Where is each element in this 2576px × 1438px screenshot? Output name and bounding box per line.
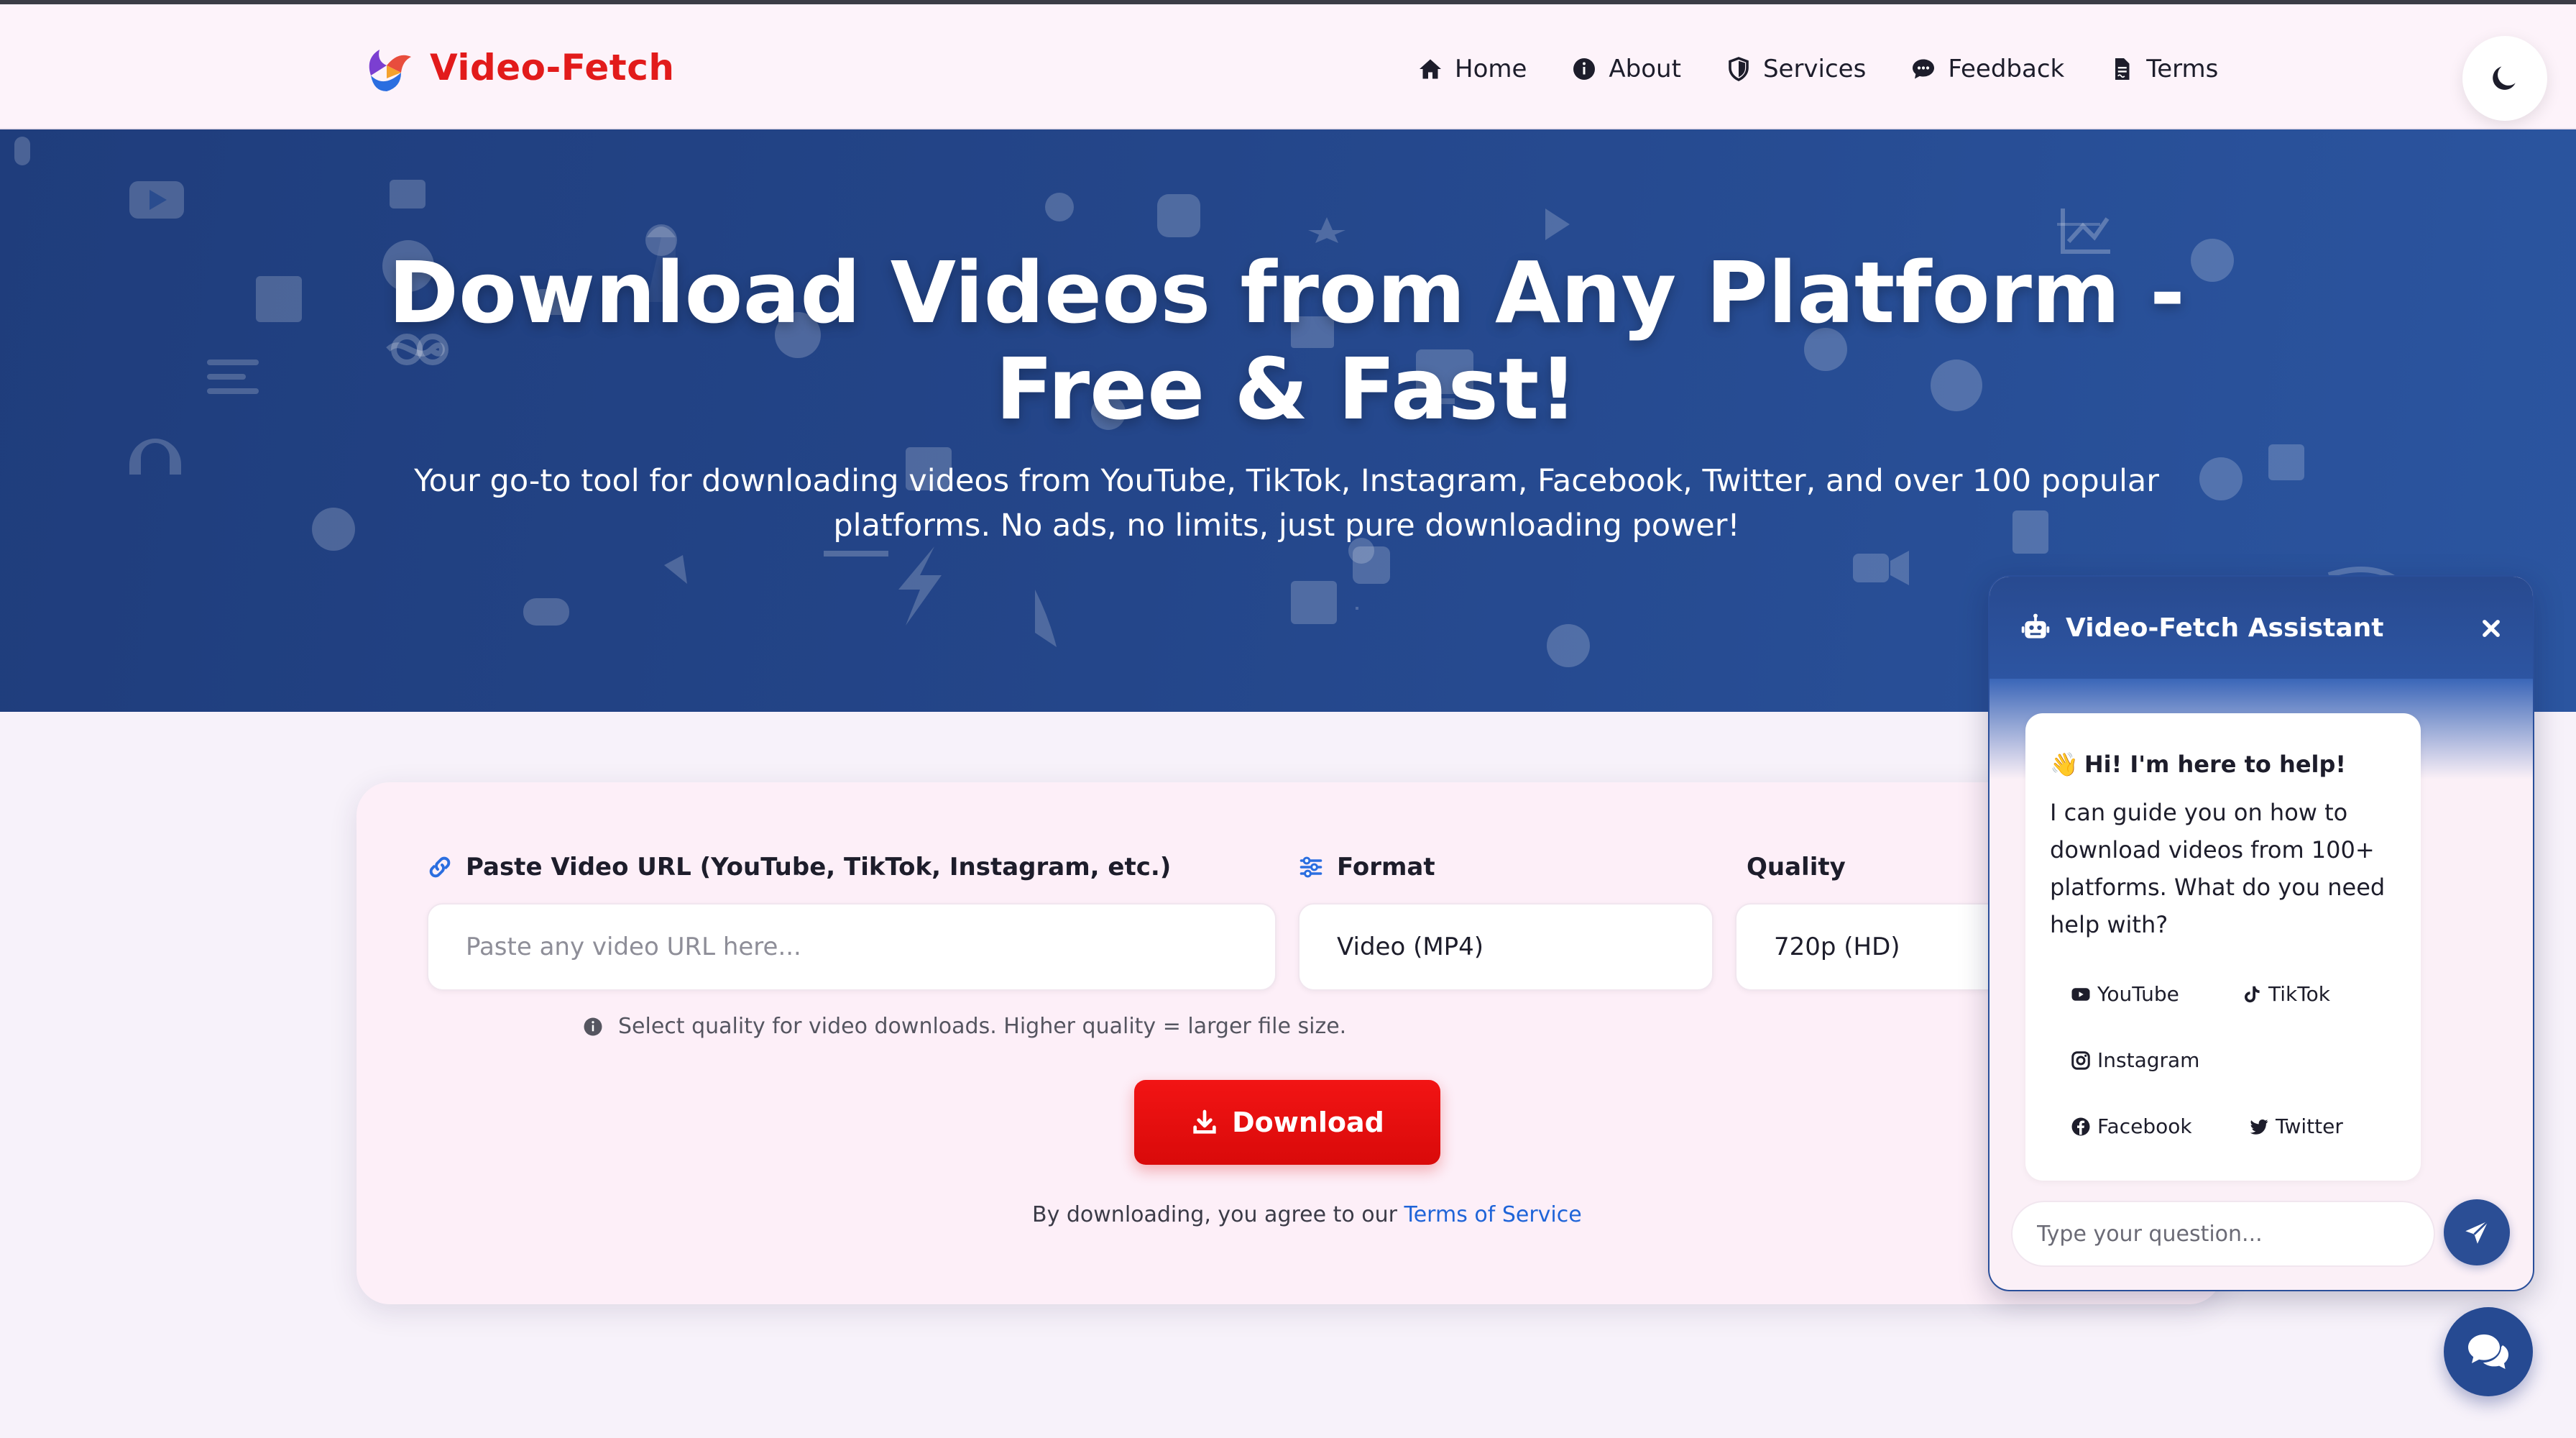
brand-name: Video-Fetch xyxy=(430,47,675,88)
agree-prefix: By downloading, you agree to our xyxy=(1032,1202,1404,1227)
quality-selected-value: 720p (HD) xyxy=(1774,933,1900,961)
greeting-text: Hi! I'm here to help! xyxy=(2084,751,2346,778)
download-icon xyxy=(1193,1109,1216,1134)
chat-input-box[interactable] xyxy=(2011,1201,2435,1267)
comment-dots-icon xyxy=(1913,59,1935,79)
hero-title: Download Videos from Any Platform - Free… xyxy=(388,243,2185,439)
chip-tiktok[interactable]: TikTok xyxy=(2241,982,2330,1006)
nav-item-about[interactable]: About xyxy=(1571,55,1681,83)
hero-subtitle: Your go-to tool for downloading videos f… xyxy=(414,463,2159,544)
format-field-label: Format xyxy=(1298,853,1435,881)
nav-item-feedback[interactable]: Feedback xyxy=(1910,55,2064,83)
url-label-text: Paste Video URL (YouTube, TikTok, Instag… xyxy=(466,853,1172,881)
assistant-message-bubble: 👋 Hi! I'm here to help! I can guide you … xyxy=(2025,713,2421,1181)
nav-item-label: Home xyxy=(1455,55,1527,83)
terms-of-service-link[interactable]: Terms of Service xyxy=(1404,1202,1582,1227)
page-root: Video-Fetch Home About Services Feedback xyxy=(0,0,2576,1438)
tiktok-icon xyxy=(2245,986,2260,1002)
moon-icon xyxy=(2493,66,2516,90)
home-icon xyxy=(1420,59,1441,79)
chip-instagram[interactable]: Instagram xyxy=(2070,1048,2199,1072)
facebook-icon xyxy=(2071,1117,2090,1135)
nav-item-services[interactable]: Services xyxy=(1726,55,1866,83)
format-selected-value: Video (MP4) xyxy=(1337,933,1484,961)
chat-title: Video-Fetch Assistant xyxy=(2020,612,2384,644)
nav-item-label: About xyxy=(1609,55,1681,83)
info-circle-icon xyxy=(1573,58,1596,80)
quality-hint: Select quality for video downloads. High… xyxy=(582,1014,1346,1039)
assistant-chat-panel: Video-Fetch Assistant 👋 Hi! I'm here to … xyxy=(1988,575,2534,1291)
brand[interactable]: Video-Fetch xyxy=(358,36,674,99)
chat-header: Video-Fetch Assistant xyxy=(1990,577,2533,679)
send-message-button[interactable] xyxy=(2444,1199,2510,1265)
nav-item-label: Feedback xyxy=(1948,55,2065,83)
file-contract-icon xyxy=(2115,58,2130,80)
chip-label: Instagram xyxy=(2097,1048,2200,1072)
close-icon[interactable] xyxy=(2475,613,2507,644)
nav-item-label: Services xyxy=(1762,55,1867,83)
nav-item-home[interactable]: Home xyxy=(1417,55,1527,83)
site-header: Video-Fetch Home About Services Feedback xyxy=(0,4,2576,129)
chip-twitter[interactable]: Twitter xyxy=(2248,1114,2343,1138)
terms-agreement: By downloading, you agree to our Terms o… xyxy=(1032,1202,1582,1227)
quality-select[interactable]: 720p (HD) xyxy=(1735,903,2023,991)
download-button-label: Download xyxy=(1232,1107,1384,1138)
format-select[interactable]: Video (MP4) xyxy=(1298,903,1714,991)
chip-label: TikTok xyxy=(2268,982,2330,1006)
info-circle-icon xyxy=(584,1017,602,1035)
nav-item-terms[interactable]: Terms xyxy=(2109,55,2218,83)
url-input[interactable] xyxy=(466,933,1275,961)
paper-plane-icon xyxy=(2465,1220,2489,1244)
url-input-box[interactable] xyxy=(427,903,1276,991)
download-button[interactable]: Download xyxy=(1134,1080,1440,1165)
greeting: 👋 Hi! I'm here to help! xyxy=(2050,751,2346,778)
url-field-label: Paste Video URL (YouTube, TikTok, Instag… xyxy=(427,853,1171,881)
twitter-icon xyxy=(2250,1119,2268,1135)
chip-label: Twitter xyxy=(2276,1114,2343,1138)
youtube-icon xyxy=(2071,987,2090,1001)
link-icon xyxy=(429,856,451,878)
nav-item-label: Terms xyxy=(2146,55,2219,83)
chip-youtube[interactable]: YouTube xyxy=(2070,982,2179,1006)
quality-label-text: Quality xyxy=(1747,853,1846,881)
open-chat-button[interactable] xyxy=(2444,1307,2533,1396)
chip-label: Facebook xyxy=(2097,1114,2192,1138)
chat-question-input[interactable] xyxy=(2037,1221,2434,1247)
theme-toggle-button[interactable] xyxy=(2462,36,2547,121)
instagram-icon xyxy=(2071,1050,2090,1070)
quality-field-label: Quality xyxy=(1747,853,1846,881)
sliders-icon xyxy=(1300,856,1322,878)
chip-facebook[interactable]: Facebook xyxy=(2070,1114,2192,1138)
brand-logo-icon xyxy=(369,50,411,91)
shield-icon xyxy=(1729,57,1749,81)
chat-title-text: Video-Fetch Assistant xyxy=(2066,613,2384,643)
format-label-text: Format xyxy=(1337,853,1435,881)
assistant-message-text: I can guide you on how to download video… xyxy=(2050,799,2386,938)
comments-icon xyxy=(2468,1334,2508,1369)
hint-text: Select quality for video downloads. High… xyxy=(618,1014,1347,1039)
robot-icon xyxy=(2021,613,2050,638)
main-nav: Home About Services Feedback Terms xyxy=(1417,49,2218,89)
chip-label: YouTube xyxy=(2097,982,2179,1006)
wave-emoji: 👋 xyxy=(2050,751,2079,778)
